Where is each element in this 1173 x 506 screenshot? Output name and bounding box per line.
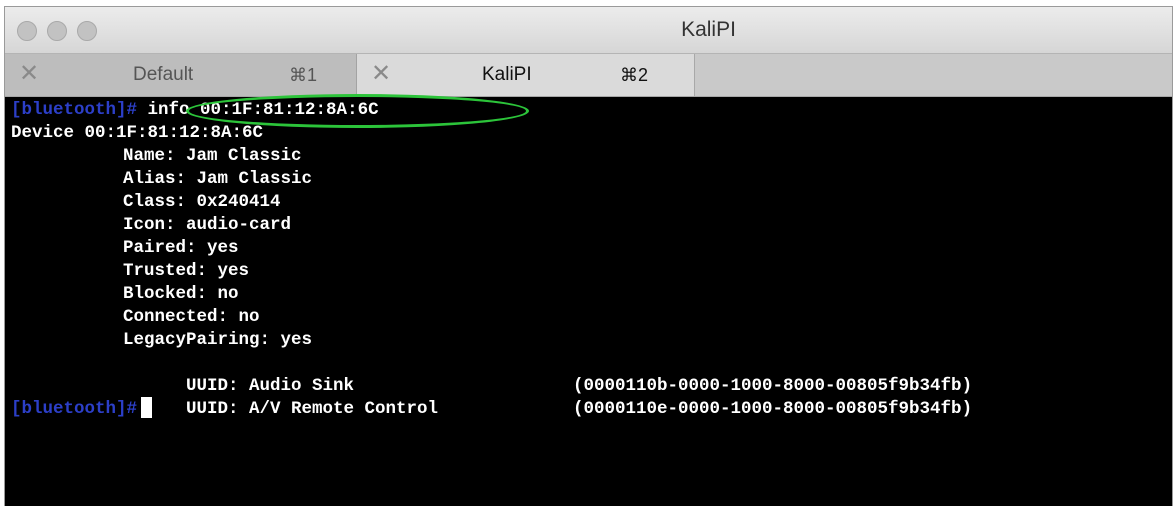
tab-label: KaliPI <box>482 64 532 85</box>
tab-close-icon[interactable]: ✕ <box>19 61 39 87</box>
tab-kalipi[interactable]: ✕ KaliPI ⌘2 <box>357 54 695 96</box>
window-title: KaliPI <box>681 18 736 41</box>
property-line: Paired: yes <box>123 238 239 258</box>
tab-shortcut: ⌘2 <box>620 65 649 85</box>
prompt: [bluetooth]# <box>11 100 148 120</box>
uuid-line: UUID: A/V Remote Control (0000110e-0000-1… <box>11 375 972 419</box>
device-line: Device 00:1F:81:12:8A:6C <box>11 123 264 143</box>
tab-shortcut: ⌘1 <box>289 65 318 85</box>
tab-default[interactable]: ✕ Default ⌘1 <box>5 54 357 96</box>
terminal-output[interactable]: [bluetooth]# info 00:1F:81:12:8A:6C Devi… <box>5 97 1172 506</box>
terminal-window: KaliPI ✕ Default ⌘1 ✕ KaliPI ⌘2 [bluetoo… <box>4 6 1173 506</box>
uuid-label: UUID: A/V Remote Control <box>186 399 439 419</box>
property-line: LegacyPairing: yes <box>123 330 313 350</box>
property-line: Name: Jam Classic <box>123 146 302 166</box>
property-line: Icon: audio-card <box>123 215 292 235</box>
title-bar[interactable]: KaliPI <box>5 7 1172 54</box>
tab-close-icon[interactable]: ✕ <box>371 61 391 87</box>
property-line: Blocked: no <box>123 284 239 304</box>
highlight-ellipse <box>186 94 529 128</box>
text-cursor <box>141 397 153 418</box>
property-line: Trusted: yes <box>123 261 250 281</box>
property-line: Class: 0x240414 <box>123 192 281 212</box>
uuid-line: UUID: Audio Sink (0000110b-0000-1000-8000… <box>11 352 972 396</box>
property-line: Alias: Jam Classic <box>123 169 313 189</box>
tab-label: Default <box>133 64 194 85</box>
tab-bar: ✕ Default ⌘1 ✕ KaliPI ⌘2 <box>5 54 1172 97</box>
uuid-value: (0000110e-0000-1000-8000-00805f9b34fb) <box>573 399 973 419</box>
prompt: [bluetooth]# <box>11 399 138 420</box>
uuid-value: (0000110b-0000-1000-8000-00805f9b34fb) <box>573 376 973 396</box>
final-prompt-line: [bluetooth]# <box>11 397 153 421</box>
property-line: Connected: no <box>123 307 260 327</box>
